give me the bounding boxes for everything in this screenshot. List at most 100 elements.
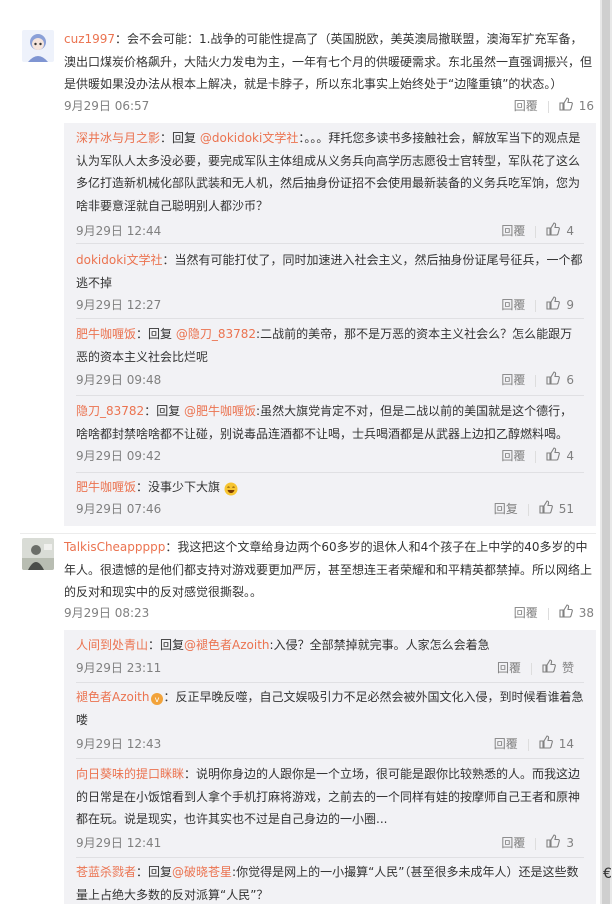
divider xyxy=(20,533,596,534)
avatar[interactable] xyxy=(22,538,54,570)
thumbs-up-icon xyxy=(542,658,556,679)
reply-item: 向日葵味的提口眯眯：说明你身边的人跟你是一个立场，很可能是跟你比较熟悉的人。而我… xyxy=(76,763,584,850)
mention-link[interactable]: @dokidoki文学社 xyxy=(200,131,299,145)
like-count: 6 xyxy=(566,373,574,387)
comment-item: TalkisCheappppp：我这把这个文章给身边两个60多岁的退休人和4个孩… xyxy=(20,536,594,628)
like-count: 赞 xyxy=(561,661,574,675)
reply-text: dokidoki文学社：当然有可能打仗了，同时加速进入社会主义，然后抽身份证尾号… xyxy=(76,249,584,294)
divider xyxy=(76,318,584,319)
scrollbar-thumb[interactable] xyxy=(602,0,610,904)
reply-username[interactable]: dokidoki文学社 xyxy=(76,253,163,267)
like-count: 4 xyxy=(566,224,574,238)
reply-time: 9月29日 12:43 xyxy=(76,737,162,751)
divider xyxy=(547,100,549,113)
like-button[interactable]: 赞 xyxy=(542,658,574,675)
reply-button[interactable]: 回覆 xyxy=(514,96,538,116)
reply-button[interactable]: 回覆 xyxy=(501,449,525,463)
divider xyxy=(76,395,584,396)
divider xyxy=(535,299,537,312)
reply-item: 苍蓝杀戮者：回复@破晓苍星:你觉得是网上的一小撮算“人民”（甚至很多未成年人）还… xyxy=(76,861,584,906)
reply-text: 深井冰与月之影：回复 @dokidoki文学社：。。。拜托您多读书多接触社会，解… xyxy=(76,127,584,217)
like-button[interactable]: 6 xyxy=(546,370,574,387)
reply-item: 肥牛咖喱饭：回复 @隐刀_83782:二战前的美帝，那不是万恶的资本主义社会么？… xyxy=(76,323,584,387)
like-button[interactable]: 4 xyxy=(546,446,574,463)
reply-time: 9月29日 12:27 xyxy=(76,298,162,312)
reply-button[interactable]: 回复 xyxy=(494,502,518,516)
mention-link[interactable]: @褪色者Azoith xyxy=(184,638,270,652)
reply-text: 肥牛咖喱饭：回复 @隐刀_83782:二战前的美帝，那不是万恶的资本主义社会么？… xyxy=(76,323,584,368)
reply-content: :入侵？全部禁掉就完事。人家怎么会着急 xyxy=(269,638,490,652)
comment-time: 9月29日 08:23 xyxy=(64,606,150,620)
svg-text:v: v xyxy=(154,695,159,704)
reply-button[interactable]: 回覆 xyxy=(501,373,525,387)
reply-text: 人间到处青山：回复@褪色者Azoith:入侵？全部禁掉就完事。人家怎么会着急 xyxy=(76,634,584,657)
reply-prefix: ：回复 xyxy=(144,404,181,418)
reply-prefix: ：回复 xyxy=(136,865,173,879)
reply-meta: 9月29日 12:43 回覆 14 xyxy=(76,734,584,754)
thumbs-up-icon xyxy=(539,499,553,520)
thumbs-up-icon xyxy=(546,221,561,242)
divider xyxy=(76,682,584,683)
divider xyxy=(535,374,537,387)
reply-button[interactable]: 回覆 xyxy=(514,603,538,623)
thumbs-up-icon xyxy=(546,833,561,854)
like-button[interactable]: 51 xyxy=(539,499,574,516)
like-count: 38 xyxy=(578,606,594,620)
comment-feed: cuz1997：会不会可能：1.战争的可能性提高了（英国脱欧，美英澳局撤联盟，澳… xyxy=(0,0,600,904)
reply-content: ：没事少下大旗 xyxy=(136,480,221,494)
reply-button[interactable]: 回覆 xyxy=(501,836,525,850)
reply-username[interactable]: 褪色者Azoith xyxy=(76,690,150,704)
divider xyxy=(547,607,549,620)
medal-badge-icon: v xyxy=(150,691,164,705)
avatar[interactable] xyxy=(22,30,54,62)
divider xyxy=(527,503,529,516)
mention-link[interactable]: @肥牛咖喱饭 xyxy=(184,404,256,418)
reply-button[interactable]: 回覆 xyxy=(501,298,525,312)
reply-text: 向日葵味的提口眯眯：说明你身边的人跟你是一个立场，很可能是跟你比较熟悉的人。而我… xyxy=(76,763,584,831)
thumbs-up-icon xyxy=(559,603,573,624)
reply-meta: 9月29日 09:42 回覆 4 xyxy=(76,446,584,466)
comment-text: cuz1997：会不会可能：1.战争的可能性提高了（英国脱欧，美英澳局撤联盟，澳… xyxy=(64,28,594,96)
like-button[interactable]: 4 xyxy=(546,221,574,238)
reply-prefix: ：回复 xyxy=(160,131,197,145)
reply-time: 9月29日 12:44 xyxy=(76,224,162,238)
comment-username[interactable]: cuz1997 xyxy=(64,32,115,46)
like-button[interactable]: 38 xyxy=(559,603,594,624)
edge-glyph: € xyxy=(603,866,612,882)
reply-prefix: ：回复 xyxy=(148,638,185,652)
reply-username[interactable]: 苍蓝杀戮者 xyxy=(76,865,136,879)
reply-text: 褪色者Azoith v ：反正早晚反噬，自己文娱吸引力不足必然会被外国文化入侵，到时… xyxy=(76,686,584,731)
reply-button[interactable]: 回覆 xyxy=(494,737,518,751)
reply-meta: 9月29日 09:48 回覆 6 xyxy=(76,370,584,390)
like-button[interactable]: 14 xyxy=(539,734,574,751)
reply-username[interactable]: 向日葵味的提口眯眯 xyxy=(76,767,184,781)
reply-meta: 9月29日 12:44 回覆 4 xyxy=(76,221,584,241)
like-button[interactable]: 3 xyxy=(546,833,574,850)
reply-prefix: ：回复 xyxy=(136,327,173,341)
divider xyxy=(76,472,584,473)
like-button[interactable]: 9 xyxy=(546,295,574,312)
like-button[interactable]: 16 xyxy=(559,96,594,117)
reply-list: 深井冰与月之影：回复 @dokidoki文学社：。。。拜托您多读书多接触社会，解… xyxy=(64,123,596,526)
reply-username[interactable]: 深井冰与月之影 xyxy=(76,131,160,145)
reply-username[interactable]: 肥牛咖喱饭 xyxy=(76,480,136,494)
reply-time: 9月29日 12:41 xyxy=(76,836,162,850)
mention-link[interactable]: @破晓苍星 xyxy=(172,865,232,879)
like-count: 4 xyxy=(566,449,574,463)
mention-link[interactable]: @隐刀_83782 xyxy=(176,327,256,341)
divider xyxy=(76,758,584,759)
comment-username[interactable]: TalkisCheappppp xyxy=(64,540,165,554)
like-count: 14 xyxy=(558,737,574,751)
comment-text: TalkisCheappppp：我这把这个文章给身边两个60多岁的退休人和4个孩… xyxy=(64,536,594,604)
reply-username[interactable]: 肥牛咖喱饭 xyxy=(76,327,136,341)
divider xyxy=(76,857,584,858)
reply-username[interactable]: 人间到处青山 xyxy=(76,638,148,652)
reply-time: 9月29日 07:46 xyxy=(76,502,162,516)
reply-meta: 9月29日 07:46 回复 51 xyxy=(76,499,584,519)
reply-button[interactable]: 回覆 xyxy=(501,224,525,238)
reply-button[interactable]: 回覆 xyxy=(497,661,521,675)
reply-username[interactable]: 隐刀_83782 xyxy=(76,404,144,418)
comment-item: cuz1997：会不会可能：1.战争的可能性提高了（英国脱欧，美英澳局撤联盟，澳… xyxy=(20,28,594,120)
like-count: 51 xyxy=(558,502,574,516)
divider xyxy=(535,450,537,463)
